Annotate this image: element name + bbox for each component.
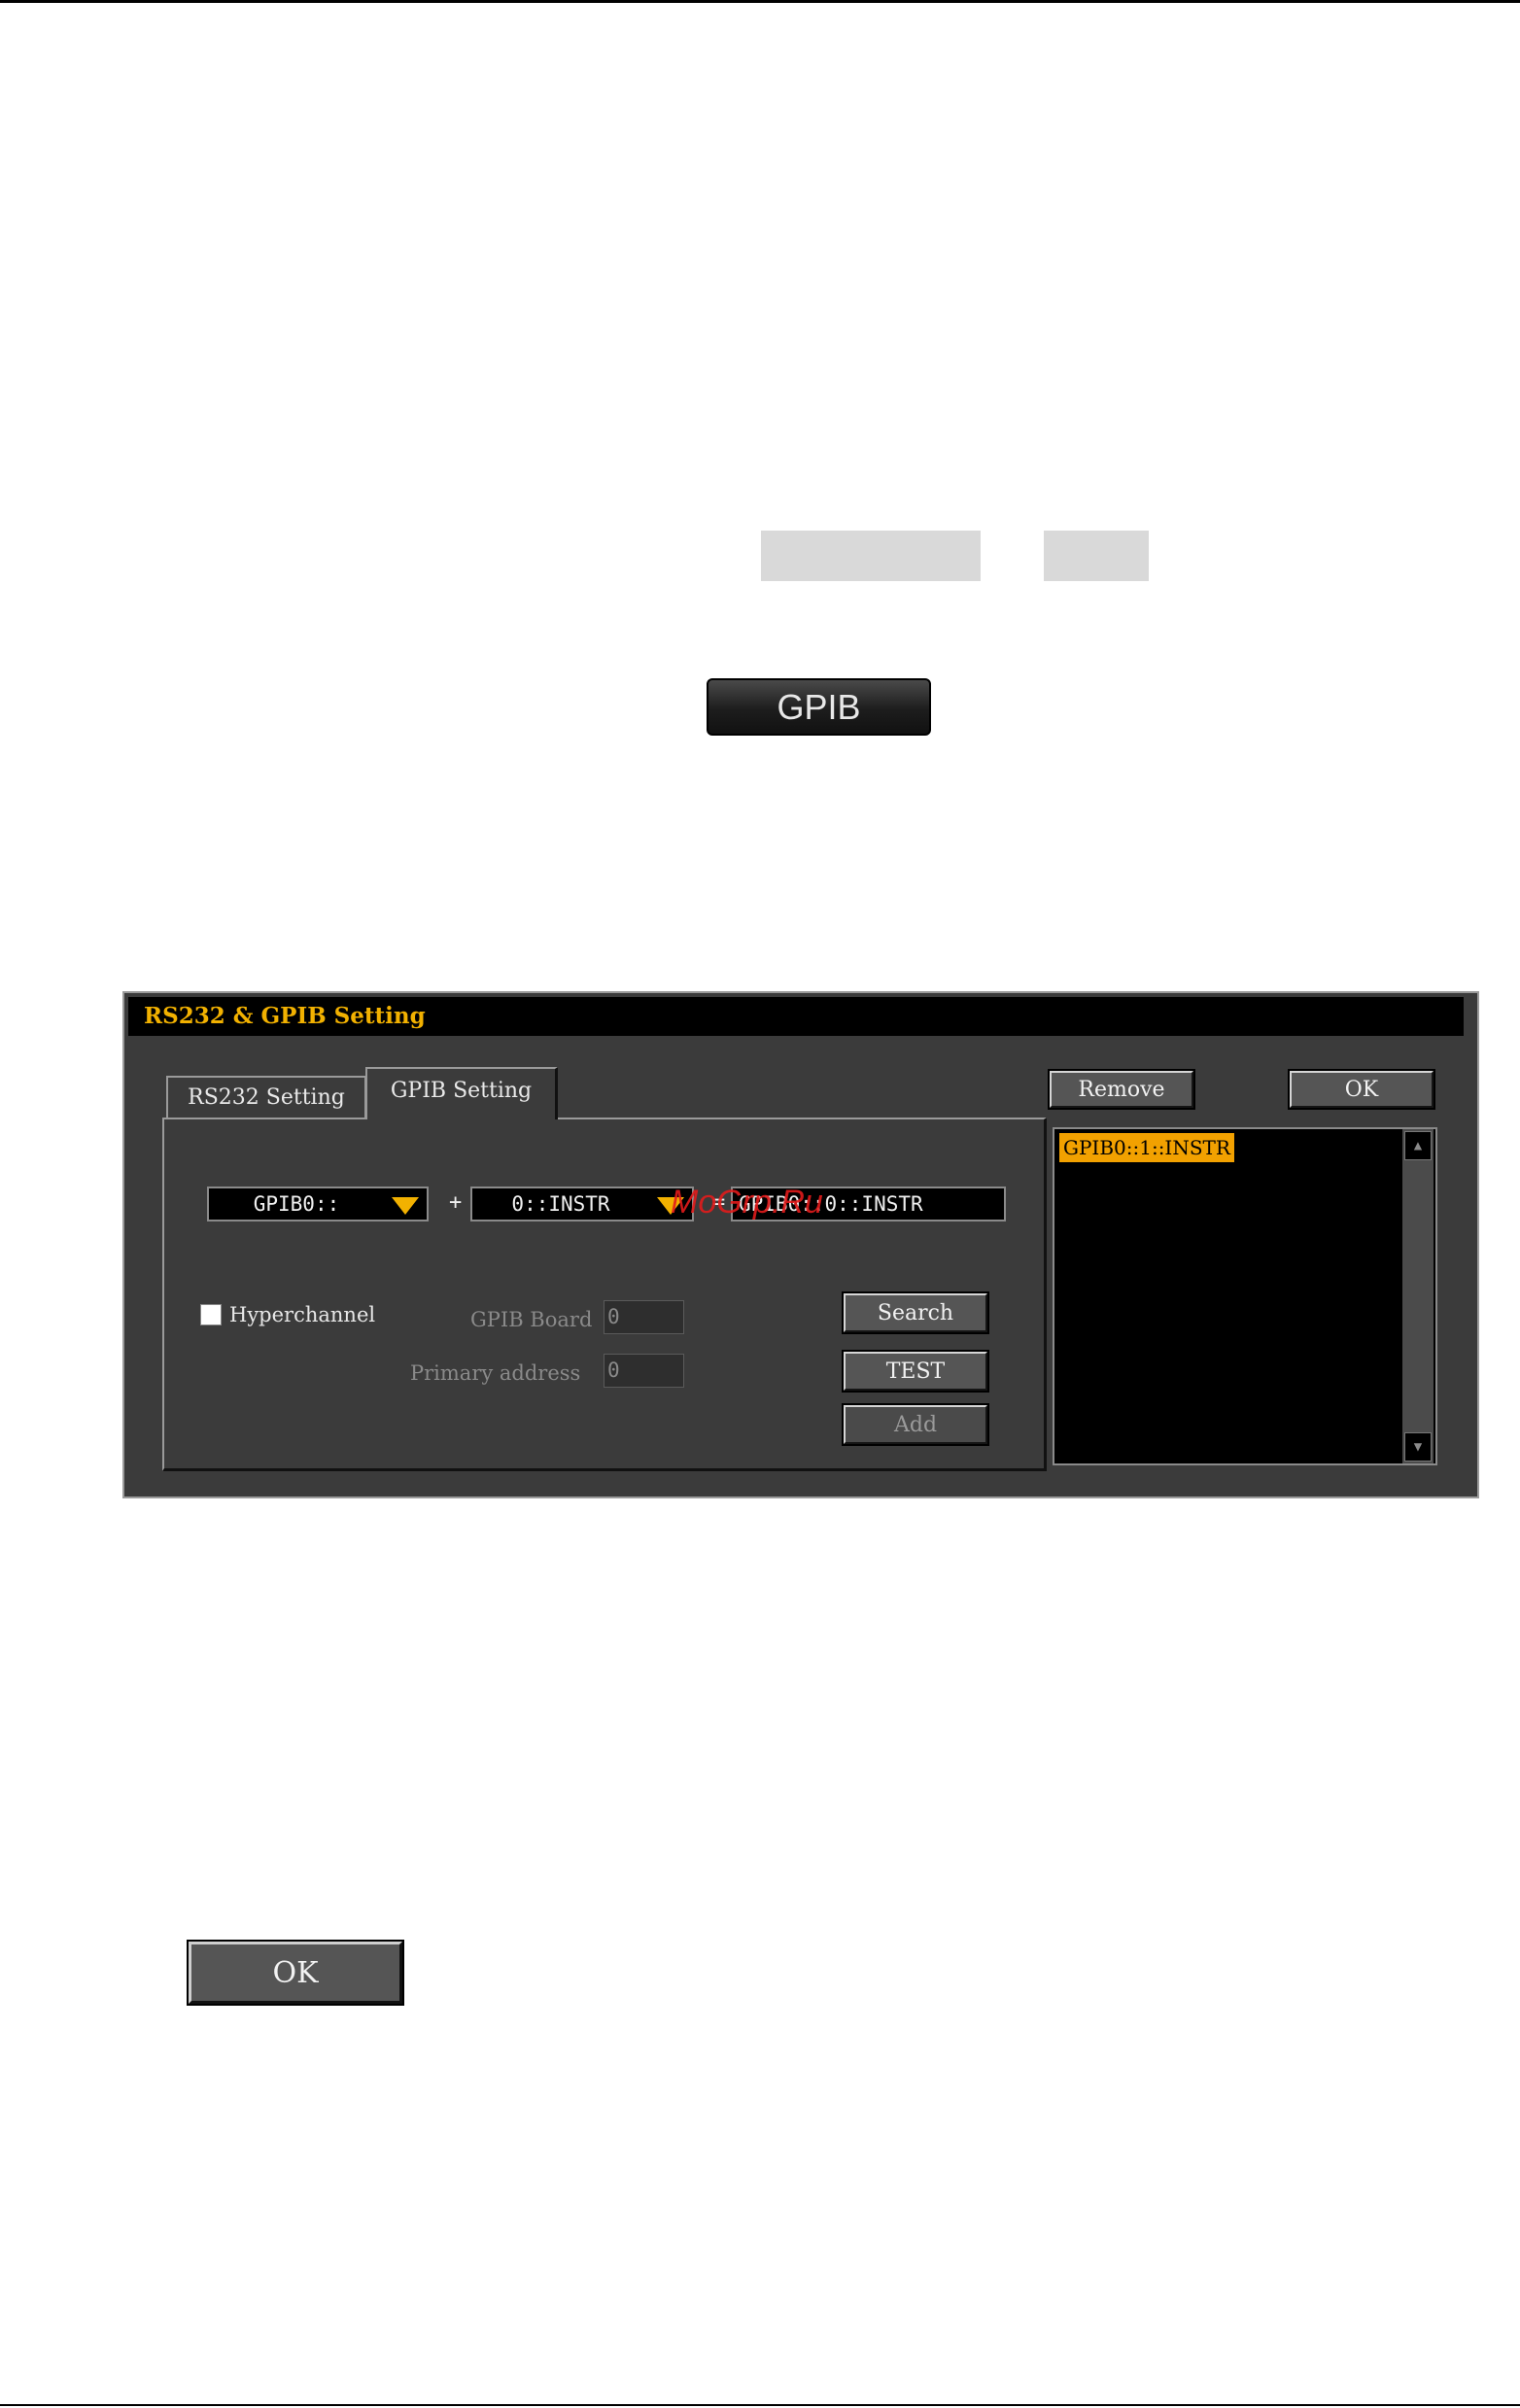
hyperchannel-label: Hyperchannel	[229, 1303, 376, 1326]
dialog-ok-button[interactable]: OK	[1288, 1069, 1435, 1110]
add-button[interactable]: Add	[842, 1403, 989, 1446]
redacted-text-block-1	[761, 531, 981, 581]
instrument-list[interactable]: GPIB0::1::INSTR ▲ ▼	[1053, 1127, 1437, 1465]
bottom-rule	[0, 2404, 1520, 2406]
scroll-up-arrow-icon[interactable]: ▲	[1404, 1131, 1432, 1160]
dropdown-arrow-icon	[657, 1197, 684, 1215]
plus-sign: +	[449, 1190, 463, 1215]
gpib-softkey[interactable]: GPIB	[707, 678, 931, 736]
gpib-board-combo[interactable]: GPIB0::	[207, 1187, 429, 1221]
remove-button[interactable]: Remove	[1048, 1069, 1195, 1110]
primary-address-input[interactable]: 0	[604, 1354, 684, 1388]
tab-rs232-setting[interactable]: RS232 Setting	[166, 1076, 366, 1119]
primary-address-label: Primary address	[410, 1361, 581, 1385]
test-button[interactable]: TEST	[842, 1350, 989, 1393]
top-rule	[0, 0, 1520, 3]
dialog-title: RS232 & GPIB Setting	[128, 997, 1464, 1036]
tab-gpib-setting[interactable]: GPIB Setting	[365, 1067, 558, 1119]
scroll-down-arrow-icon[interactable]: ▼	[1404, 1432, 1432, 1462]
gpib-board-label: GPIB Board	[470, 1308, 593, 1331]
gpib-address-combo[interactable]: 0::INSTR	[470, 1187, 694, 1221]
list-scrollbar[interactable]: ▲ ▼	[1402, 1129, 1434, 1463]
hyperchannel-checkbox[interactable]	[200, 1304, 222, 1325]
gpib-address-combo-value: 0::INSTR	[511, 1192, 610, 1216]
gpib-board-combo-value: GPIB0::	[253, 1192, 340, 1216]
equals-sign: =	[712, 1190, 726, 1215]
resource-string-field: GPIB0::0::INSTR	[731, 1187, 1006, 1221]
list-item[interactable]: GPIB0::1::INSTR	[1059, 1133, 1234, 1162]
dropdown-arrow-icon	[392, 1197, 419, 1215]
redacted-text-block-2	[1044, 531, 1149, 581]
search-button[interactable]: Search	[842, 1291, 989, 1334]
gpib-board-input[interactable]: 0	[604, 1300, 684, 1334]
ok-button-illustration[interactable]: OK	[187, 1940, 404, 2006]
